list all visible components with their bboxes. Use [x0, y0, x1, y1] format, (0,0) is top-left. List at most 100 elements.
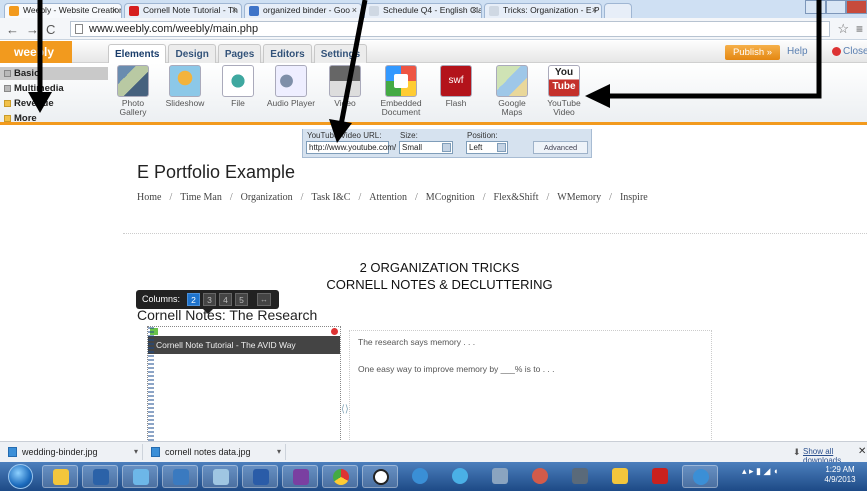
- position-select[interactable]: Left: [466, 141, 508, 154]
- nav-wmemory[interactable]: WMemory: [557, 192, 601, 203]
- nav-flexshift[interactable]: Flex&Shift: [493, 192, 538, 203]
- minimize-icon[interactable]: [805, 0, 826, 14]
- taskbar-clock-app[interactable]: [362, 465, 398, 488]
- element-video[interactable]: Video: [320, 65, 370, 123]
- delete-element-icon[interactable]: [331, 328, 338, 335]
- close-editor-link[interactable]: Close: [832, 46, 867, 57]
- close-tab-icon[interactable]: ×: [352, 4, 357, 17]
- page-heading[interactable]: 2 ORGANIZATION TRICKS: [0, 260, 867, 275]
- element-slideshow[interactable]: Slideshow: [160, 65, 210, 123]
- size-select[interactable]: Small: [399, 141, 453, 154]
- nav-attention[interactable]: Attention: [369, 192, 407, 203]
- close-tab-icon[interactable]: ×: [112, 4, 117, 17]
- tab-design[interactable]: Design: [168, 44, 216, 63]
- tab-tricks-organization[interactable]: Tricks: Organization - E P ×: [484, 3, 602, 18]
- close-tab-icon[interactable]: ×: [232, 4, 237, 17]
- nav-time-man[interactable]: Time Man: [180, 192, 222, 203]
- taskbar-app[interactable]: [122, 465, 158, 488]
- size-label: Size:: [400, 131, 418, 140]
- forward-arrow-icon[interactable]: →: [26, 22, 39, 37]
- back-arrow-icon[interactable]: ←: [6, 22, 19, 37]
- taskbar-explorer[interactable]: [42, 465, 78, 488]
- close-tab-icon[interactable]: ×: [592, 4, 597, 17]
- close-tab-icon[interactable]: ×: [472, 4, 477, 17]
- element-youtube-video[interactable]: You Tube YouTube Video: [539, 65, 589, 123]
- tab-weebly[interactable]: Weebly - Website Creation ×: [4, 3, 122, 18]
- taskbar-chrome[interactable]: [322, 465, 358, 488]
- section-title[interactable]: Cornell Notes: The Research: [137, 307, 317, 323]
- download-item[interactable]: cornell notes data.jpg ▾: [143, 444, 286, 460]
- category-revenue[interactable]: Revenue: [0, 97, 108, 110]
- taskbar-app[interactable]: [402, 465, 438, 488]
- taskbar-word[interactable]: [242, 465, 278, 488]
- tab-pages[interactable]: Pages: [217, 44, 262, 63]
- chevron-down-icon[interactable]: ▾: [134, 444, 138, 460]
- taskbar-onenote[interactable]: [282, 465, 318, 488]
- app-icon: [572, 468, 588, 484]
- menu-icon[interactable]: ≡: [856, 22, 863, 36]
- taskbar-app[interactable]: [202, 465, 238, 488]
- text-column[interactable]: The research says memory . . . One easy …: [349, 330, 712, 444]
- columns-5-button[interactable]: 5: [235, 293, 248, 306]
- taskbar-clock[interactable]: 1:29 AM 4/9/2013: [820, 465, 860, 485]
- element-flash[interactable]: swf Flash: [431, 65, 481, 123]
- element-file[interactable]: File: [213, 65, 263, 123]
- video-column[interactable]: Cornell Note Tutorial - The AVID Way: [147, 326, 341, 444]
- download-item[interactable]: wedding-binder.jpg ▾: [0, 444, 143, 460]
- bookmark-star-icon[interactable]: ☆: [837, 21, 849, 37]
- tab-elements[interactable]: Elements: [108, 44, 167, 63]
- tab-settings[interactable]: Settings: [313, 44, 368, 63]
- youtube-url-label: YouTube Video URL:: [307, 131, 382, 140]
- chevron-down-icon[interactable]: ▾: [277, 444, 281, 460]
- publish-button[interactable]: Publish »: [725, 45, 780, 60]
- taskbar-acrobat[interactable]: [642, 465, 678, 488]
- help-link[interactable]: Help: [787, 46, 808, 57]
- tab-editors[interactable]: Editors: [263, 44, 312, 63]
- taskbar-itunes[interactable]: [682, 465, 718, 488]
- element-photo-gallery[interactable]: Photo Gallery: [108, 65, 158, 123]
- maximize-icon[interactable]: [825, 0, 847, 14]
- window-close-icon[interactable]: [846, 0, 867, 14]
- start-button[interactable]: [8, 464, 33, 489]
- reload-icon[interactable]: C: [46, 22, 55, 37]
- category-more[interactable]: More: [0, 112, 108, 125]
- paragraph-2[interactable]: One easy way to improve memory by ___% i…: [358, 364, 555, 374]
- nav-organization[interactable]: Organization: [241, 192, 293, 203]
- columns-4-button[interactable]: 4: [219, 293, 232, 306]
- element-google-maps[interactable]: Google Maps: [487, 65, 537, 123]
- columns-2-button[interactable]: 2: [187, 293, 200, 306]
- columns-3-button[interactable]: 3: [203, 293, 216, 306]
- taskbar-app[interactable]: [562, 465, 598, 488]
- category-multimedia[interactable]: Multimedia: [0, 82, 108, 95]
- taskbar-app[interactable]: [482, 465, 518, 488]
- paragraph-1[interactable]: The research says memory . . .: [358, 337, 475, 347]
- nav-inspire[interactable]: Inspire: [620, 192, 648, 203]
- nav-home[interactable]: Home: [137, 192, 161, 203]
- split-columns-icon[interactable]: ↔: [257, 293, 271, 306]
- youtube-url-input[interactable]: http://www.youtube.com/: [306, 141, 396, 154]
- site-nav: Home / Time Man / Organization / Task I&C / Atte…: [137, 192, 648, 203]
- element-embedded-document[interactable]: Embedded Document: [376, 65, 426, 123]
- taskbar-app[interactable]: [162, 465, 198, 488]
- nav-mcognition[interactable]: MCognition: [426, 192, 475, 203]
- embedded-document-icon: [385, 65, 417, 97]
- taskbar-app[interactable]: [522, 465, 558, 488]
- nav-task[interactable]: Task I&C: [311, 192, 350, 203]
- tab-cornell-tutorial[interactable]: Cornell Note Tutorial - Th ×: [124, 3, 242, 18]
- taskbar-app[interactable]: [602, 465, 638, 488]
- taskbar-app[interactable]: [442, 465, 478, 488]
- image-file-icon: [8, 447, 17, 457]
- element-audio-player[interactable]: Audio Player: [266, 65, 316, 123]
- system-tray-icons[interactable]: ▴ ▸ ▮ ◢ ◖: [742, 466, 778, 477]
- close-downloads-icon[interactable]: ✕: [858, 446, 866, 457]
- tab-organized-binder[interactable]: organized binder - Goo ×: [244, 3, 362, 18]
- category-basic[interactable]: Basic: [0, 67, 108, 80]
- url-field[interactable]: www.weebly.com/weebly/main.php: [70, 21, 830, 37]
- tab-schedule[interactable]: Schedule Q4 - English Cla ×: [364, 3, 482, 18]
- new-tab-button[interactable]: [604, 3, 632, 18]
- category-icon: [4, 115, 11, 122]
- advanced-button[interactable]: Advanced: [533, 141, 588, 154]
- taskbar-app[interactable]: [82, 465, 118, 488]
- page-subheading[interactable]: CORNELL NOTES & DECLUTTERING: [0, 277, 867, 292]
- video-title-bar[interactable]: Cornell Note Tutorial - The AVID Way: [148, 336, 340, 354]
